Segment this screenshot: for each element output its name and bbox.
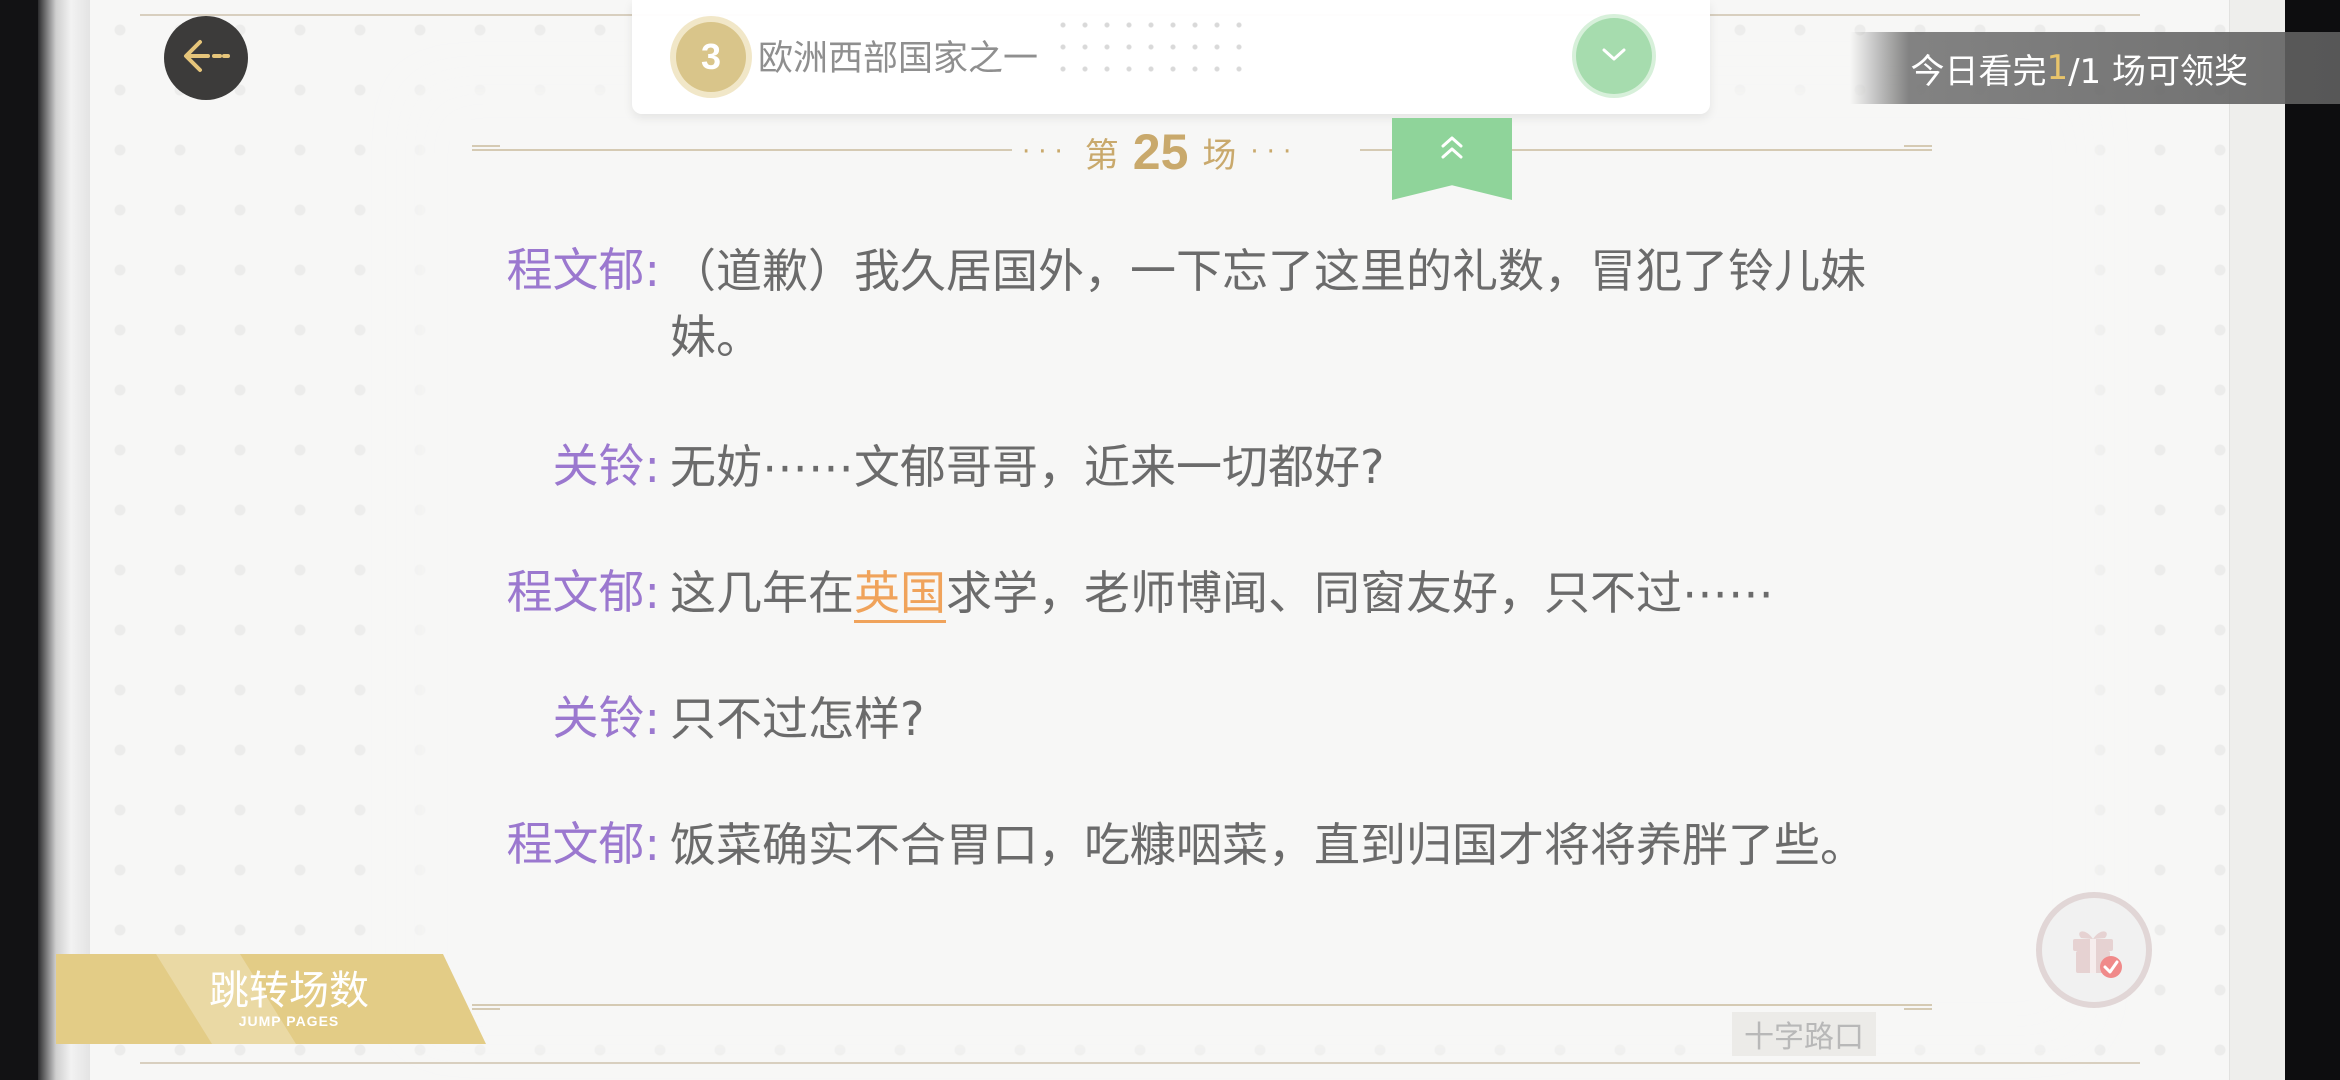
speech-text: 只不过怎样? bbox=[670, 692, 925, 746]
scene-prefix: 第 bbox=[1084, 135, 1119, 176]
gift-reward-button[interactable] bbox=[2036, 892, 2152, 1008]
dialogue-line: 程文郁: 这几年在英国求学，老师博闻、同窗友好，只不过⋯⋯ bbox=[470, 560, 1870, 626]
dialogue-line: 关铃: 无妨⋯⋯文郁哥哥，近来一切都好? bbox=[470, 434, 1870, 500]
speaker-name: 程文郁: bbox=[506, 243, 661, 297]
reward-suffix: /1 场可领奖 bbox=[2068, 51, 2248, 92]
book-spine bbox=[0, 0, 38, 1080]
script-bottom-rule bbox=[472, 1004, 1932, 1010]
speech-text-before: 这几年在 bbox=[670, 566, 854, 620]
location-tag: 十字路口 bbox=[1732, 1012, 1876, 1056]
speech-text: 无妨⋯⋯文郁哥哥，近来一切都好? bbox=[670, 440, 1385, 494]
bottom-rule bbox=[140, 1062, 2140, 1064]
dialogue-line: 关铃: 只不过怎样? bbox=[470, 686, 1870, 752]
expand-question-button[interactable] bbox=[1576, 18, 1652, 94]
double-chevron-up-icon bbox=[1435, 132, 1469, 170]
speaker-name: 关铃: bbox=[552, 439, 661, 493]
jump-pages-label: 跳转场数 bbox=[209, 968, 369, 1014]
gift-icon bbox=[2059, 913, 2129, 987]
keyword-highlight[interactable]: 英国 bbox=[854, 566, 946, 623]
question-bar-pattern bbox=[1052, 14, 1252, 84]
question-text: 欧洲西部国家之一 bbox=[758, 39, 1039, 79]
daily-reward-banner: 今日看完 1/1 场可领奖 bbox=[1850, 32, 2340, 104]
dialogue-line: 程文郁: （道歉）我久居国外，一下忘了这里的礼数，冒犯了铃儿妹妹。 bbox=[470, 238, 1870, 370]
speaker-name: 程文郁: bbox=[506, 817, 661, 871]
speech-text: 饭菜确实不合胃口，吃糠咽菜，直到归国才将将养胖了些。 bbox=[670, 818, 1866, 872]
checkmark-icon bbox=[2100, 956, 2122, 978]
reward-prefix: 今日看完 bbox=[1910, 51, 2047, 92]
scene-dots-left: ··· bbox=[1022, 137, 1071, 167]
back-arrow-icon bbox=[180, 36, 232, 80]
page-right-edge bbox=[2229, 0, 2285, 1080]
speech-text: （道歉）我久居国外，一下忘了这里的礼数，冒犯了铃儿妹妹。 bbox=[670, 244, 1866, 364]
back-button[interactable] bbox=[164, 16, 248, 100]
scene-dots-right: ··· bbox=[1250, 137, 1300, 167]
speaker-name: 程文郁: bbox=[506, 565, 661, 619]
reward-current-count: 1 bbox=[2046, 48, 2069, 88]
speech-text: 这几年在英国求学，老师博闻、同窗友好，只不过⋯⋯ bbox=[670, 560, 1870, 626]
jump-pages-sublabel: JUMP PAGES bbox=[238, 1013, 340, 1029]
scene-header: ··· 第 25 场 ··· bbox=[1022, 122, 1299, 182]
scene-number: 25 bbox=[1132, 124, 1189, 180]
chevron-down-icon bbox=[1598, 44, 1630, 68]
book-page-edges bbox=[38, 0, 98, 1080]
question-number-badge: 3 bbox=[676, 22, 746, 92]
scene-suffix: 场 bbox=[1202, 135, 1237, 176]
question-hint-bar[interactable]: 3 欧洲西部国家之一 bbox=[632, 0, 1710, 114]
speech-text-after: 求学，老师博闻、同窗友好，只不过⋯⋯ bbox=[946, 566, 1774, 620]
speaker-name: 关铃: bbox=[552, 691, 661, 745]
scene-header-rule-left bbox=[472, 145, 1012, 151]
dialogue-line: 程文郁: 饭菜确实不合胃口，吃糠咽菜，直到归国才将将养胖了些。 bbox=[470, 812, 1870, 878]
jump-pages-button[interactable]: 跳转场数 JUMP PAGES bbox=[56, 954, 486, 1044]
